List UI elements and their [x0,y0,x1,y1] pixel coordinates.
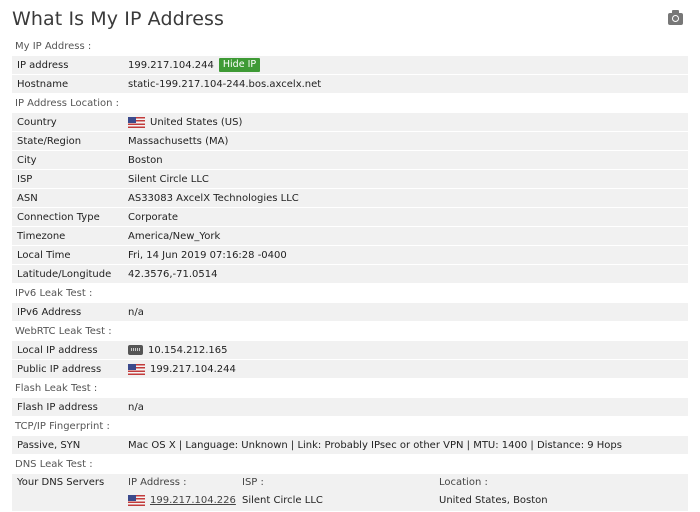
row-tcp-fingerprint: Passive, SYN Mac OS X | Language: Unknow… [12,436,688,454]
ip-info-table: My IP Address : IP address 199.217.104.2… [12,37,688,512]
camera-icon[interactable] [668,10,683,25]
local-ip-label: Local IP address [17,344,98,356]
connection-type-label: Connection Type [17,211,100,223]
ipv6-value: n/a [128,306,144,318]
state-value: Massachusetts (MA) [128,135,229,147]
country-value: United States (US) [150,116,243,128]
ip-address-value: 199.217.104.244 [128,59,214,71]
hostname-value: static-199.217.104-244.bos.axcelx.net [128,78,322,90]
hide-ip-button[interactable]: Hide IP [218,58,261,72]
timezone-label: Timezone [17,230,66,242]
row-isp: ISP Silent Circle LLC [12,170,688,188]
dns-col-location: Location : [439,477,488,488]
network-card-icon [128,345,143,355]
row-hostname: Hostname static-199.217.104-244.bos.axce… [12,75,688,93]
section-webrtc: WebRTC Leak Test : [12,322,688,340]
ipv6-label: IPv6 Address [17,306,82,318]
local-ip-value: 10.154.212.165 [148,344,228,356]
row-flash-ip: Flash IP address n/a [12,398,688,416]
dns-server-isp: Silent Circle LLC [242,495,323,506]
tcp-label: Passive, SYN [17,439,81,451]
row-asn: ASN AS33083 AxcelX Technologies LLC [12,189,688,207]
row-public-ip: Public IP address 199.217.104.244 [12,360,688,378]
city-label: City [17,154,37,166]
ip-address-label: IP address [17,59,69,71]
isp-label: ISP [17,173,33,185]
public-ip-label: Public IP address [17,363,102,375]
isp-value: Silent Circle LLC [128,173,209,185]
tcp-value: Mac OS X | Language: Unknown | Link: Pro… [128,439,622,451]
dns-col-ip: IP Address : [128,477,187,488]
us-flag-icon [128,116,145,128]
row-local-time: Local Time Fri, 14 Jun 2019 07:16:28 -04… [12,246,688,264]
city-value: Boston [128,154,163,166]
ip-info-page: What Is My IP Address My IP Address : IP… [0,0,700,512]
row-country: Country United States (US) [12,113,688,131]
row-city: City Boston [12,151,688,169]
lat-lon-value: 42.3576,-71.0514 [128,268,218,280]
public-ip-value: 199.217.104.244 [150,363,236,375]
dns-label: Your DNS Servers [17,477,105,488]
us-flag-icon [128,363,145,375]
section-my-ip: My IP Address : [12,37,688,55]
row-timezone: Timezone America/New_York [12,227,688,245]
row-connection-type: Connection Type Corporate [12,208,688,226]
page-title: What Is My IP Address [12,8,225,30]
lat-lon-label: Latitude/Longitude [17,268,112,280]
section-flash: Flash Leak Test : [12,379,688,397]
state-label: State/Region [17,135,82,147]
row-state: State/Region Massachusetts (MA) [12,132,688,150]
row-lat-lon: Latitude/Longitude 42.3576,-71.0514 [12,265,688,283]
section-ipv6: IPv6 Leak Test : [12,284,688,302]
dns-server-ip-link[interactable]: 199.217.104.226 [150,495,236,506]
row-ipv6: IPv6 Address n/a [12,303,688,321]
section-dns: DNS Leak Test : [12,455,688,473]
country-label: Country [17,116,57,128]
hostname-label: Hostname [17,78,69,90]
section-tcp: TCP/IP Fingerprint : [12,417,688,435]
dns-server-location: United States, Boston [439,495,548,506]
flash-ip-label: Flash IP address [17,401,98,413]
row-local-ip: Local IP address 10.154.212.165 [12,341,688,359]
flash-ip-value: n/a [128,401,144,413]
local-time-value: Fri, 14 Jun 2019 07:16:28 -0400 [128,249,287,261]
dns-col-isp: ISP : [242,477,264,488]
asn-value: AS33083 AxcelX Technologies LLC [128,192,299,204]
asn-label: ASN [17,192,38,204]
us-flag-icon [128,495,145,506]
local-time-label: Local Time [17,249,71,261]
row-ip-address: IP address 199.217.104.244 Hide IP [12,56,688,74]
section-location: IP Address Location : [12,94,688,112]
timezone-value: America/New_York [128,230,221,242]
row-dns-servers: Your DNS Servers IP Address : ISP : Loca… [12,474,688,511]
connection-type-value: Corporate [128,211,178,223]
